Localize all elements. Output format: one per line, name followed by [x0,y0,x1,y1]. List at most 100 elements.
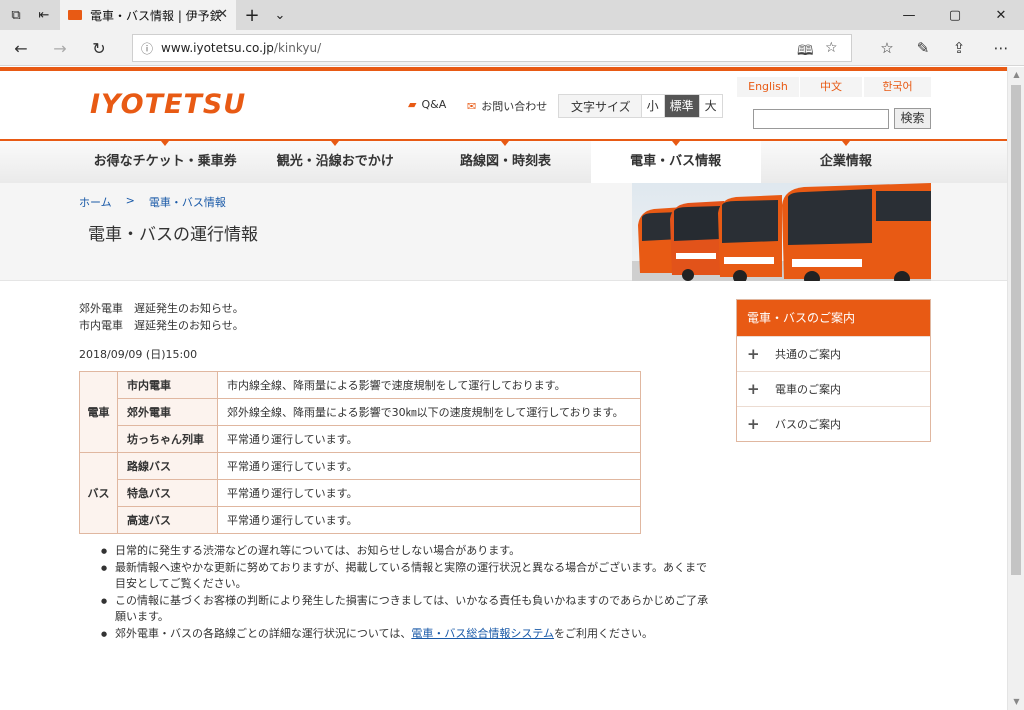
qa-link[interactable]: ▰ Q&A [408,98,446,111]
nav-tickets[interactable]: お得なチケット・乗車券 [80,141,250,183]
service-status-table: 電車 市内電車 市内線全線、降雨量による影響で速度規制をして運行しております。 … [79,371,641,534]
vertical-scrollbar[interactable]: ▲ ▼ [1007,67,1024,710]
side-menu-train[interactable]: + 電車のご案内 [737,371,930,406]
refresh-icon[interactable]: ↻ [81,30,117,66]
search-input[interactable] [753,109,889,129]
line-name: 路線バス [117,452,218,480]
favicon-icon [68,10,82,20]
nav-label: 電車・バス情報 [630,154,722,169]
scroll-thumb[interactable] [1011,85,1021,575]
list-item: 日常的に発生する渋滞などの遅れ等については、お知らせしない場合があります。 [101,543,715,560]
nav-label: 路線図・時刻表 [459,154,551,169]
breadcrumb-home-link[interactable]: ホーム [79,194,112,210]
mail-icon: ✉ [467,99,477,113]
side-menu-bus[interactable]: + バスのご案内 [737,406,930,441]
nav-marker-icon [671,141,680,146]
search-button[interactable]: 検索 [894,108,931,129]
minimize-icon[interactable]: — [886,0,932,30]
breadcrumb-current[interactable]: 電車・バス情報 [149,194,226,210]
table-row: 高速バス 平常通り運行しています。 [80,506,641,534]
side-menu-title: 電車・バスのご案内 [737,300,930,336]
page-viewport: IYOTETSU ▰ Q&A ✉ お問い合わせ 文字サイズ 小 標準 大 Eng… [0,67,1007,710]
plus-icon: + [747,414,760,433]
side-menu-common[interactable]: + 共通のご案内 [737,336,930,371]
font-size-small-button[interactable]: 小 [640,95,664,117]
plus-icon: + [747,344,760,363]
nav-train-bus-info[interactable]: 電車・バス情報 [590,141,761,183]
url-host: www.iyotetsu.co.jp [161,41,274,55]
list-item: 最新情報へ速やかな更新に努めておりますが、掲載している情報と実際の運行状況と異な… [101,560,715,593]
side-menu-label: 共通のご案内 [775,347,841,361]
line-status: 平常通り運行しています。 [217,425,641,453]
more-icon[interactable]: ⋯ [984,30,1018,66]
share-icon[interactable]: ⇪ [942,30,976,66]
bus-shape [782,183,931,281]
close-window-icon[interactable]: ✕ [978,0,1024,30]
bus-shape [670,201,724,281]
line-status: 平常通り運行しています。 [217,452,641,480]
list-item: 郊外電車・バスの各路線ごとの詳細な運行状況については、電車・バス総合情報システム… [101,626,715,643]
site-info-icon[interactable]: ⓘ [133,40,161,57]
contact-label: お問い合わせ [481,100,548,113]
top-accent-line [0,67,1007,71]
font-size-standard-button[interactable]: 標準 [663,95,699,117]
notice-suburban-delay: 郊外電車 遅延発生のお知らせ。 [79,302,244,315]
line-status: 平常通り運行しています。 [217,506,641,534]
tab-actions-icon[interactable]: ⧉ [2,0,30,30]
table-row: 電車 市内電車 市内線全線、降雨量による影響で速度規制をして運行しております。 [79,371,641,453]
buses-illustration [632,183,931,281]
back-icon[interactable]: ← [3,30,39,66]
plus-icon: + [747,379,760,398]
update-datetime: 2018/09/09 (日)15:00 [79,348,198,361]
nav-label: 観光・沿線おでかけ [276,154,394,169]
category-train: 電車 [79,371,118,453]
contact-link[interactable]: ✉ お問い合わせ [467,98,547,114]
tab-list-chevron-icon[interactable]: ⌄ [266,0,294,30]
lang-english-link[interactable]: English [737,77,799,97]
nav-corporate[interactable]: 企業情報 [761,141,931,183]
list-item: この情報に基づくお客様の判断により発生した損害につきましては、いかなる責任も負い… [101,593,715,626]
scroll-up-icon[interactable]: ▲ [1008,67,1024,83]
line-name: 高速バス [117,506,218,534]
font-size-switcher: 文字サイズ 小 標準 大 [558,94,723,118]
browser-tab-bar: ⧉ ⇤ 電車・バス情報 | 伊予鉄 ✕ + ⌄ — ▢ ✕ [0,0,1024,30]
lang-korean-link[interactable]: 한국어 [864,77,931,97]
chat-bubble-icon: ▰ [408,98,417,111]
table-row: 坊っちゃん列車 平常通り運行しています。 [80,425,641,453]
browser-tab[interactable]: 電車・バス情報 | 伊予鉄 ✕ [60,0,236,30]
scroll-down-icon[interactable]: ▼ [1008,694,1024,710]
lang-chinese-link[interactable]: 中文 [800,77,862,97]
url-bar[interactable]: ⓘ www.iyotetsu.co.jp/kinkyu/ 🕮 ☆ [132,34,852,62]
new-tab-icon[interactable]: + [238,0,266,30]
reading-view-icon[interactable]: 🕮 [797,40,814,64]
qa-label: Q&A [421,98,447,111]
favorite-star-icon[interactable]: ☆ [825,40,838,56]
close-tab-icon[interactable]: ✕ [217,7,228,22]
site-logo[interactable]: IYOTETSU [90,89,246,120]
nav-label: お得なチケット・乗車券 [93,154,237,169]
nav-sightseeing[interactable]: 観光・沿線おでかけ [250,141,420,183]
url-path: /kinkyu/ [273,41,322,55]
table-row: バス 路線バス 平常通り運行しています。 [79,452,641,534]
tab-title: 電車・バス情報 | 伊予鉄 [90,8,222,23]
web-note-icon[interactable]: ✎ [906,30,940,66]
font-size-large-button[interactable]: 大 [698,95,722,117]
font-size-label: 文字サイズ [571,99,631,114]
line-name: 郊外電車 [117,398,218,426]
forward-icon[interactable]: → [42,30,78,66]
line-name: 坊っちゃん列車 [117,425,218,453]
line-status: 市内線全線、降雨量による影響で速度規制をして運行しております。 [217,371,641,399]
table-row: 特急バス 平常通り運行しています。 [80,479,641,507]
info-system-link[interactable]: 電車・バス総合情報システム [411,627,554,640]
note-text: をご利用ください。 [554,626,654,640]
nav-label: 企業情報 [819,154,872,169]
line-status: 郊外線全線、降雨量による影響で30㎞以下の速度規制をして運行しております。 [217,398,641,426]
set-tabs-aside-icon[interactable]: ⇤ [30,0,58,30]
favorites-hub-icon[interactable]: ☆ [870,30,904,66]
maximize-icon[interactable]: ▢ [932,0,978,30]
notes-list: 日常的に発生する渋滞などの遅れ等については、お知らせしない場合があります。 最新… [101,543,715,643]
nav-routes-timetable[interactable]: 路線図・時刻表 [420,141,590,183]
hero-buses-image [632,183,931,281]
line-status: 平常通り運行しています。 [217,479,641,507]
page-title: 電車・バスの運行情報 [88,225,258,245]
